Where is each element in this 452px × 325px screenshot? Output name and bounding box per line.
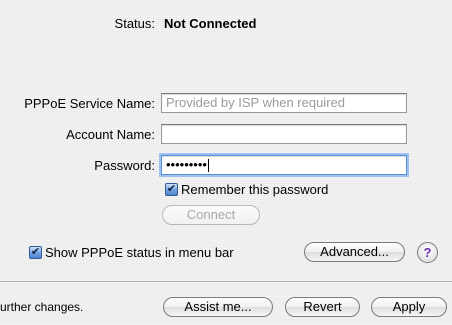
status-value: Not Connected: [164, 16, 257, 31]
password-input[interactable]: •••••••••: [161, 155, 407, 175]
connect-button[interactable]: Connect: [162, 205, 260, 225]
status-label: Status:: [114, 16, 155, 31]
footer-message: urther changes.: [0, 300, 84, 314]
advanced-button[interactable]: Advanced...: [304, 242, 405, 262]
assist-me-button[interactable]: Assist me...: [163, 297, 273, 317]
help-icon[interactable]: ?: [417, 242, 438, 263]
apply-button[interactable]: Apply: [371, 297, 447, 317]
password-label: Password:: [94, 158, 155, 173]
show-status-label: Show PPPoE status in menu bar: [45, 245, 234, 260]
remember-password-label: Remember this password: [181, 182, 329, 197]
pppoe-service-label: PPPoE Service Name:: [24, 96, 155, 111]
revert-button[interactable]: Revert: [285, 297, 360, 317]
show-status-checkbox[interactable]: ✔: [29, 246, 42, 259]
text-caret: [207, 159, 209, 173]
password-mask: •••••••••: [166, 157, 207, 172]
footer-divider: [0, 281, 452, 282]
pppoe-service-input[interactable]: Provided by ISP when required: [161, 93, 407, 113]
account-name-input[interactable]: [161, 124, 407, 144]
account-name-label: Account Name:: [66, 127, 155, 142]
remember-password-checkbox[interactable]: ✔: [165, 183, 178, 196]
